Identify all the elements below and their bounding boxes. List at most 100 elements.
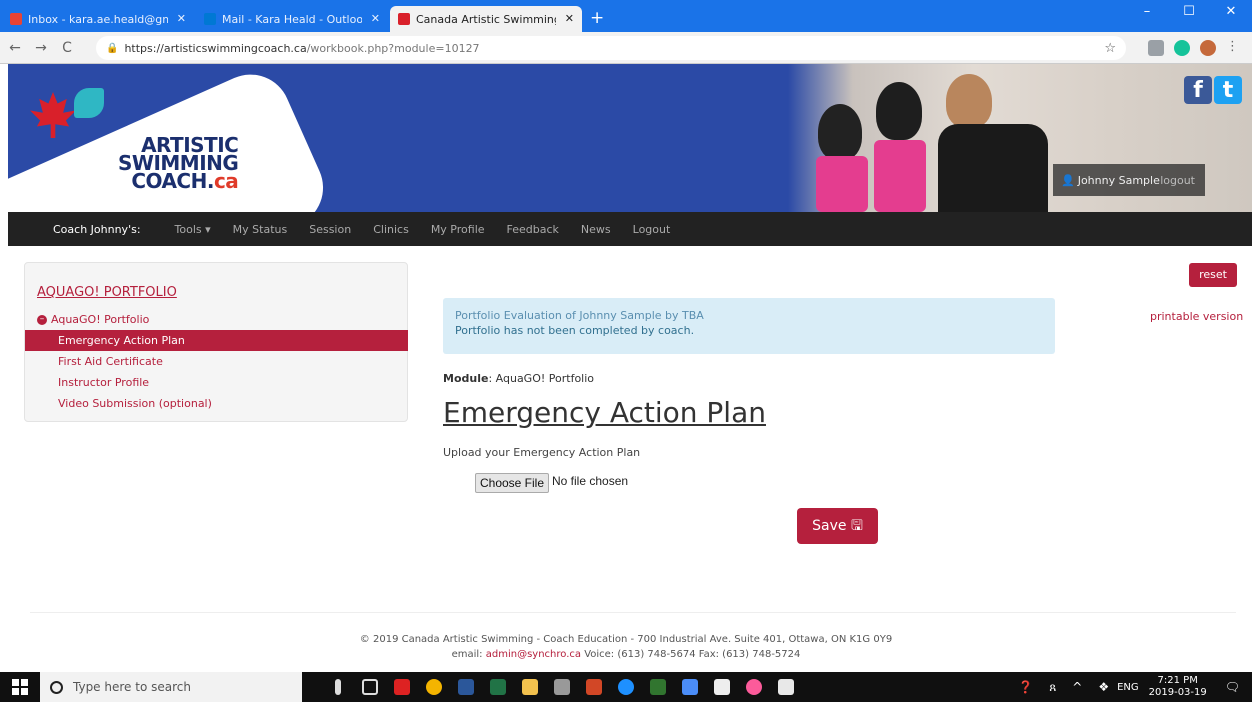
close-icon[interactable]: ✕ bbox=[371, 12, 380, 25]
minimize-icon[interactable]: – bbox=[1126, 0, 1168, 24]
user-name[interactable]: Johnny Sample bbox=[1078, 174, 1160, 187]
edge-icon[interactable] bbox=[610, 672, 642, 702]
logo-dot bbox=[248, 134, 264, 150]
extension-icon[interactable] bbox=[1148, 40, 1164, 56]
nav-my-status[interactable]: My Status bbox=[233, 223, 288, 236]
page-title: Emergency Action Plan bbox=[443, 396, 766, 429]
site-footer: © 2019 Canada Artistic Swimming - Coach … bbox=[0, 632, 1252, 662]
chevron-up-icon[interactable]: ^ bbox=[1072, 680, 1082, 694]
close-window-icon[interactable]: ✕ bbox=[1210, 0, 1252, 24]
site-logo[interactable]: ARTISTIC SWIMMING COACH.ca bbox=[118, 135, 239, 193]
word-icon[interactable] bbox=[450, 672, 482, 702]
store-icon[interactable] bbox=[770, 672, 802, 702]
sidebar-item-first-aid-certificate[interactable]: First Aid Certificate bbox=[25, 351, 408, 372]
tab-gmail[interactable]: Inbox - kara.ae.heald@gmail.com ✕ bbox=[2, 6, 194, 32]
reset-button[interactable]: reset bbox=[1189, 263, 1237, 287]
social-links: f t bbox=[1184, 76, 1242, 104]
alert-evaluation-text: Portfolio Evaluation of Johnny Sample by… bbox=[455, 309, 704, 322]
chrome-icon[interactable] bbox=[418, 672, 450, 702]
nav-news[interactable]: News bbox=[581, 223, 611, 236]
dropbox-icon[interactable] bbox=[674, 672, 706, 702]
nav-logout[interactable]: Logout bbox=[633, 223, 671, 236]
grammarly-icon[interactable] bbox=[1174, 40, 1190, 56]
maple-leaf-logo-icon bbox=[30, 92, 76, 138]
reload-icon[interactable]: C bbox=[56, 40, 78, 56]
clock[interactable]: 7:21 PM 2019-03-19 bbox=[1149, 675, 1207, 699]
footer-contact: Voice: (613) 748-5674 Fax: (613) 748-572… bbox=[581, 649, 801, 660]
sidebar-item-instructor-profile[interactable]: Instructor Profile bbox=[25, 372, 408, 393]
printable-version-link[interactable]: printable version bbox=[1150, 310, 1243, 323]
url-bar[interactable]: 🔒 https://artisticswimmingcoach.ca /work… bbox=[96, 36, 1126, 60]
microphone-icon[interactable] bbox=[322, 672, 354, 702]
footer-email-link[interactable]: admin@synchro.ca bbox=[486, 649, 581, 660]
sidebar-group[interactable]: – AquaGO! Portfolio bbox=[37, 313, 149, 326]
nav-clinics[interactable]: Clinics bbox=[373, 223, 409, 236]
windows-taskbar: Type here to search ❓ ጸ ^ ❖ ENG 7:21 PM … bbox=[0, 672, 1252, 702]
nav-my-profile[interactable]: My Profile bbox=[431, 223, 485, 236]
logo-line: COACH. bbox=[131, 169, 214, 193]
sidebar-item-emergency-action-plan[interactable]: Emergency Action Plan bbox=[25, 330, 408, 351]
nav-brand[interactable]: Coach Johnny's: bbox=[53, 223, 141, 236]
forward-icon[interactable]: → bbox=[30, 40, 52, 56]
close-icon[interactable]: ✕ bbox=[565, 12, 574, 25]
choose-file-button[interactable]: Choose File bbox=[475, 473, 549, 493]
sidebar-title[interactable]: AQUAGO! PORTFOLIO bbox=[37, 285, 177, 300]
back-icon[interactable]: ← bbox=[4, 40, 26, 56]
file-explorer-icon[interactable] bbox=[514, 672, 546, 702]
module-line: Module: AquaGO! Portfolio bbox=[443, 372, 594, 385]
sidebar-item-video-submission[interactable]: Video Submission (optional) bbox=[25, 393, 408, 414]
mail-icon[interactable] bbox=[706, 672, 738, 702]
calculator-icon[interactable] bbox=[546, 672, 578, 702]
dropbox-tray-icon[interactable]: ❖ bbox=[1098, 680, 1109, 694]
new-tab-button[interactable]: + bbox=[590, 6, 604, 32]
taskbar-search[interactable]: Type here to search bbox=[40, 672, 302, 702]
coach-figure bbox=[946, 74, 992, 128]
acrobat-icon[interactable] bbox=[386, 672, 418, 702]
task-view-icon[interactable] bbox=[354, 672, 386, 702]
maple-leaf-icon bbox=[398, 13, 410, 25]
user-icon: 👤 bbox=[1061, 173, 1075, 187]
windows-start-icon[interactable] bbox=[12, 679, 28, 695]
help-icon[interactable]: ❓ bbox=[1018, 680, 1033, 694]
module-label: Module bbox=[443, 372, 489, 385]
excel-icon[interactable] bbox=[482, 672, 514, 702]
swimmer-figure bbox=[816, 156, 868, 212]
nav-tools[interactable]: Tools ▾ bbox=[175, 223, 211, 236]
browser-tab-bar: Inbox - kara.ae.heald@gmail.com ✕ Mail -… bbox=[0, 0, 1252, 32]
logo-ca: ca bbox=[213, 169, 239, 193]
nav-session[interactable]: Session bbox=[309, 223, 351, 236]
project-icon[interactable] bbox=[642, 672, 674, 702]
logout-link[interactable]: logout bbox=[1160, 174, 1195, 187]
portfolio-status-alert: Portfolio Evaluation of Johnny Sample by… bbox=[443, 298, 1055, 354]
lock-icon: 🔒 bbox=[106, 42, 119, 54]
people-icon[interactable]: ጸ bbox=[1049, 680, 1056, 695]
nav-feedback[interactable]: Feedback bbox=[507, 223, 559, 236]
splash-logo-icon bbox=[74, 88, 104, 118]
tab-title: Mail - Kara Heald - Outlook bbox=[222, 12, 362, 26]
bookmark-star-icon[interactable]: ☆ bbox=[1104, 41, 1116, 56]
language-indicator[interactable]: ENG bbox=[1117, 682, 1139, 693]
tab-artistic-swimming[interactable]: Canada Artistic Swimming Coach ✕ bbox=[390, 6, 582, 32]
extensions: ⋮ bbox=[1148, 40, 1242, 56]
maximize-icon[interactable]: ☐ bbox=[1168, 0, 1210, 24]
file-status-text: No file chosen bbox=[552, 474, 629, 488]
main-nav: Coach Johnny's: Tools ▾ My Status Sessio… bbox=[8, 212, 1252, 246]
url-host: https://artisticswimmingcoach.ca bbox=[124, 41, 307, 55]
twitter-icon[interactable]: t bbox=[1214, 76, 1242, 104]
minus-circle-icon: – bbox=[37, 314, 47, 325]
close-icon[interactable]: ✕ bbox=[177, 12, 186, 25]
powerpoint-icon[interactable] bbox=[578, 672, 610, 702]
portfolio-sidebar: AQUAGO! PORTFOLIO – AquaGO! Portfolio Em… bbox=[24, 262, 408, 422]
cortana-icon bbox=[50, 680, 63, 694]
tab-outlook[interactable]: Mail - Kara Heald - Outlook ✕ bbox=[196, 6, 388, 32]
save-button[interactable]: Save 🖫 bbox=[797, 508, 878, 544]
profile-avatar-icon[interactable] bbox=[1200, 40, 1216, 56]
user-box: 👤 Johnny Sample logout bbox=[1053, 164, 1205, 196]
outlook-icon bbox=[204, 13, 216, 25]
swimmer-figure bbox=[818, 104, 862, 160]
window-controls: – ☐ ✕ bbox=[1126, 0, 1252, 24]
itunes-icon[interactable] bbox=[738, 672, 770, 702]
facebook-icon[interactable]: f bbox=[1184, 76, 1212, 104]
menu-dots-icon[interactable]: ⋮ bbox=[1226, 40, 1242, 56]
notifications-icon[interactable]: 🗨 bbox=[1225, 680, 1240, 694]
